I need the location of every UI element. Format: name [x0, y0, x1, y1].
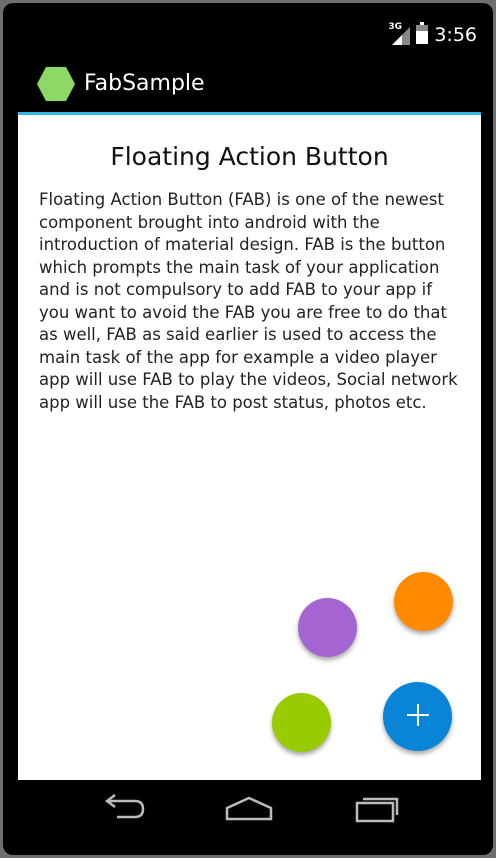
- recents-icon: [353, 793, 403, 827]
- device-frame: 3G 3:56 FabSample Floating Action Button…: [3, 3, 493, 855]
- green-fab-button[interactable]: [272, 693, 331, 752]
- signal-3g-icon: 3G: [388, 22, 411, 45]
- plus-icon: [406, 703, 429, 730]
- action-bar: FabSample: [18, 55, 481, 112]
- status-bar: 3G 3:56: [18, 15, 481, 55]
- orange-fab-button[interactable]: [394, 572, 453, 631]
- app-title: FabSample: [84, 71, 205, 96]
- back-icon: [97, 793, 147, 827]
- description-text: Floating Action Button (FAB) is one of t…: [39, 190, 458, 412]
- back-button[interactable]: [92, 792, 152, 828]
- purple-fab-button[interactable]: [298, 598, 357, 657]
- navigation-bar: [18, 780, 481, 843]
- status-time: 3:56: [434, 24, 477, 46]
- status-icons: 3G 3:56: [388, 22, 477, 48]
- battery-icon: [416, 22, 429, 48]
- main-fab-button[interactable]: [383, 682, 452, 751]
- page-title: Floating Action Button: [110, 142, 389, 171]
- hexagon-app-icon[interactable]: [36, 64, 76, 104]
- recents-button[interactable]: [348, 792, 408, 828]
- home-icon: [224, 793, 274, 827]
- main-content: Floating Action Button Floating Action B…: [18, 115, 481, 780]
- home-button[interactable]: [219, 792, 279, 828]
